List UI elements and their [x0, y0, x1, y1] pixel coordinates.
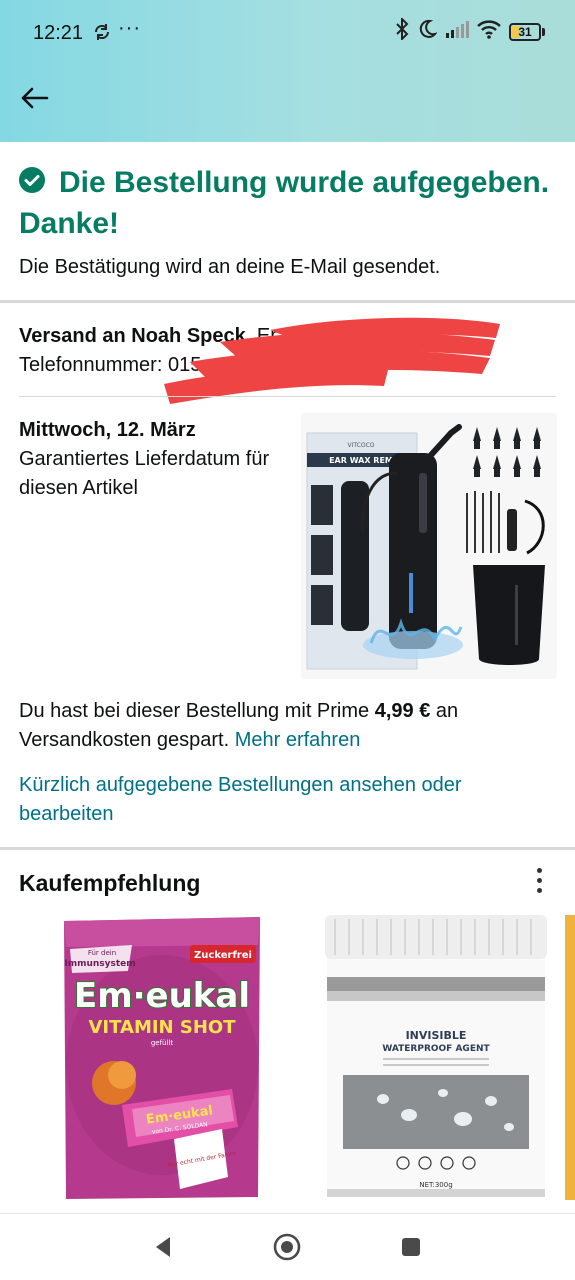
svg-text:EAR WAX REM: EAR WAX REM	[329, 456, 393, 465]
app-header: 12:21 ··· 31	[0, 0, 575, 142]
recommendation-item-emeukal[interactable]: Zuckerfrei Für dein Immunsystem Em·eukal…	[62, 915, 262, 1200]
clock: 12:21	[33, 22, 84, 44]
nav-back-button[interactable]	[145, 1230, 181, 1264]
savings-text-before: Du hast bei dieser Bestellung mit Prime	[19, 700, 375, 722]
svg-text:gefüllt: gefüllt	[151, 1039, 174, 1047]
status-bar: 12:21 ··· 31	[0, 0, 575, 64]
confirmation-subtitle: Die Bestätigung wird an deine E-Mail ges…	[19, 256, 441, 278]
divider	[19, 396, 556, 397]
nav-back-icon	[156, 1237, 170, 1257]
more-notifications-icon: ···	[118, 17, 141, 39]
product-image[interactable]: VITCOCO EAR WAX REM	[301, 413, 557, 679]
svg-text:VITCOCO: VITCOCO	[347, 442, 374, 449]
confirmation-title: Die Bestellung wurde aufgegeben. Danke!	[19, 166, 550, 240]
order-confirmation: Die Bestellung wurde aufgegeben. Danke!	[19, 162, 559, 244]
delivery-info: Mittwoch, 12. März Garantiertes Lieferda…	[19, 416, 289, 503]
svg-text:INVISIBLE: INVISIBLE	[406, 1029, 467, 1042]
battery-level: 31	[518, 24, 532, 39]
recommendation-item-waterproof-agent[interactable]: INVISIBLE WATERPROOF AGENT NET:300g	[323, 915, 549, 1200]
nav-recents-button[interactable]	[393, 1230, 429, 1264]
divider	[0, 300, 575, 303]
moon-icon	[417, 19, 438, 44]
wifi-icon	[477, 19, 501, 44]
check-circle-icon	[19, 167, 45, 198]
system-nav-bar	[0, 1213, 575, 1280]
nav-recents-icon	[402, 1238, 420, 1256]
sync-icon	[92, 22, 112, 47]
back-button[interactable]	[14, 82, 54, 114]
signal-icon	[445, 20, 469, 43]
kebab-menu-icon[interactable]	[527, 864, 551, 896]
svg-text:Em·eukal: Em·eukal	[74, 976, 250, 1016]
svg-text:Zuckerfrei: Zuckerfrei	[194, 950, 252, 961]
recommendations-title: Kaufempfehlung	[19, 870, 201, 896]
delivery-date: Mittwoch, 12. März	[19, 419, 196, 441]
arrow-left-icon	[21, 87, 49, 109]
recent-orders-link[interactable]: Kürzlich aufgegebene Bestellungen ansehe…	[19, 771, 539, 829]
svg-text:VITAMIN SHOT: VITAMIN SHOT	[89, 1017, 237, 1038]
svg-text:Immunsystem: Immunsystem	[64, 959, 135, 969]
savings-amount: 4,99 €	[374, 700, 431, 722]
svg-text:Für dein: Für dein	[88, 949, 116, 957]
delivery-note: Garantiertes Lieferdatum für diesen Arti…	[19, 448, 270, 499]
status-icons: 31	[395, 16, 545, 45]
battery-icon: 31	[509, 22, 541, 41]
svg-text:WATERPROOF AGENT: WATERPROOF AGENT	[382, 1044, 490, 1054]
divider	[0, 847, 575, 850]
recommendation-item-partial[interactable]	[565, 915, 575, 1200]
prime-savings: Du hast bei dieser Bestellung mit Prime …	[19, 697, 559, 755]
learn-more-link[interactable]: Mehr erfahren	[235, 729, 361, 751]
nav-home-icon	[273, 1233, 301, 1261]
nav-home-button[interactable]	[269, 1230, 305, 1264]
svg-text:NET:300g: NET:300g	[419, 1181, 452, 1189]
bluetooth-icon	[395, 16, 409, 45]
